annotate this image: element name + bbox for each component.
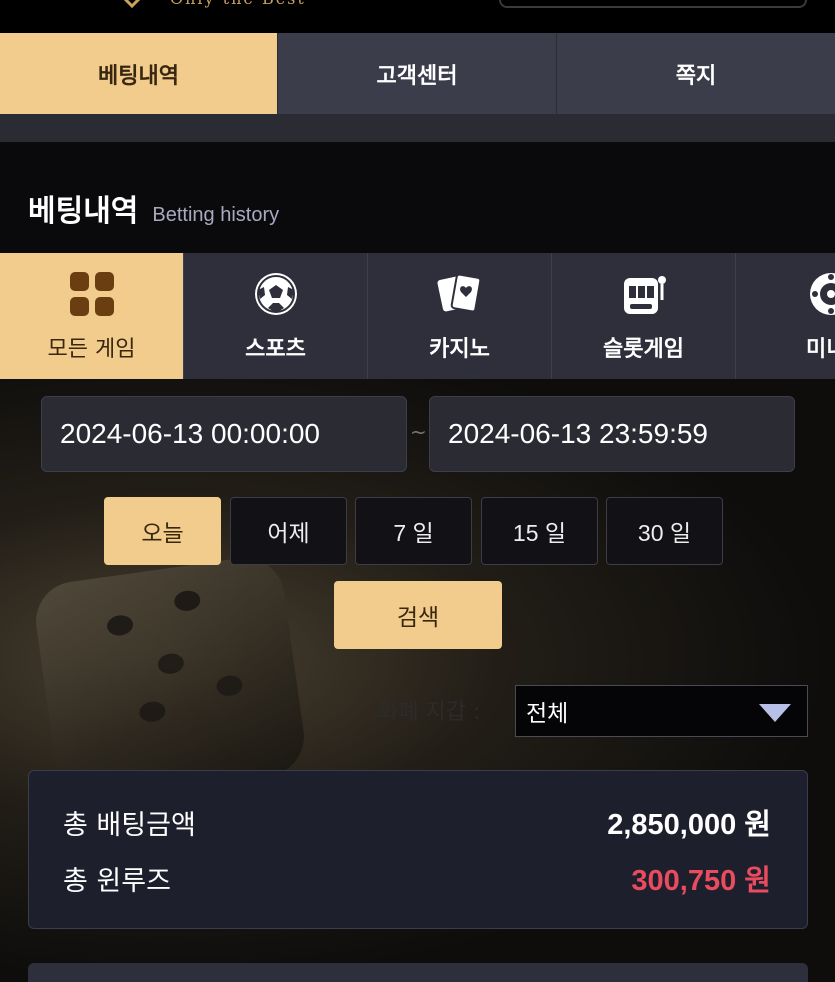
range-yesterday-button[interactable]: 어제 (230, 497, 347, 565)
range-7days-button[interactable]: 7 일 (355, 497, 472, 565)
range-15days-button[interactable]: 15 일 (481, 497, 598, 565)
roulette-icon (806, 269, 835, 319)
category-label: 모든 게임 (47, 337, 136, 362)
page-title-ko: 베팅내역 (28, 194, 139, 229)
page-title: 베팅내역 Betting history (28, 186, 279, 230)
logo-tagline: Only the Best (170, 0, 306, 8)
category-label: 카지노 (429, 337, 490, 362)
range-30days-button[interactable]: 30 일 (606, 497, 723, 565)
history-list-card (28, 963, 808, 982)
top-bar: Only the Best (0, 0, 835, 33)
total-bet-label: 총 배팅금액 (63, 809, 196, 841)
category-all-games[interactable]: 모든 게임 (0, 253, 184, 379)
category-casino[interactable]: 카지노 (368, 253, 552, 379)
nav-tab-messages[interactable]: 쪽지 (557, 33, 835, 114)
wallet-filter-label: 화폐 지갑 : (378, 700, 481, 725)
betting-summary-card: 총 배팅금액 2,850,000 원 총 윈루즈 300,750 원 (28, 770, 808, 929)
nav-divider (0, 114, 835, 142)
game-category-tabs: 모든 게임 스포츠 카지노 슬롯게임 미 (0, 253, 835, 379)
total-winloss-value: 300,750 원 (631, 865, 771, 897)
total-winloss-label: 총 윈루즈 (63, 865, 171, 897)
category-sports[interactable]: 스포츠 (184, 253, 368, 379)
wallet-select[interactable]: 전체 (515, 685, 808, 737)
nav-tab-betting-history[interactable]: 베팅내역 (0, 33, 278, 114)
summary-row-win-loss: 총 윈루즈 300,750 원 (63, 857, 771, 899)
nav-tab-customer-center[interactable]: 고객센터 (278, 33, 557, 114)
slot-machine-icon (619, 269, 669, 319)
search-button[interactable]: 검색 (334, 581, 502, 649)
soccer-ball-icon (251, 269, 301, 319)
date-separator: ~ (410, 420, 427, 444)
logo-icon (123, 0, 141, 9)
dice-decoration (30, 552, 310, 806)
total-bet-value: 2,850,000 원 (607, 809, 771, 841)
grid-icon (67, 269, 117, 319)
wallet-select-value: 전체 (526, 701, 569, 727)
category-label: 스포츠 (245, 337, 306, 362)
summary-row-total-bet: 총 배팅금액 2,850,000 원 (63, 801, 771, 843)
page-title-en: Betting history (152, 204, 280, 226)
main-nav: 베팅내역 고객센터 쪽지 (0, 33, 835, 114)
date-from-input[interactable]: 2024-06-13 00:00:00 (41, 396, 407, 472)
category-mini-games[interactable]: 미니 (736, 253, 835, 379)
range-today-button[interactable]: 오늘 (104, 497, 221, 565)
category-slot-games[interactable]: 슬롯게임 (552, 253, 736, 379)
playing-cards-icon (435, 269, 485, 319)
date-to-input[interactable]: 2024-06-13 23:59:59 (429, 396, 795, 472)
category-label: 미니 (806, 337, 835, 362)
caret-down-icon (759, 704, 791, 722)
category-label: 슬롯게임 (603, 337, 684, 362)
header-search-box[interactable] (499, 0, 807, 8)
